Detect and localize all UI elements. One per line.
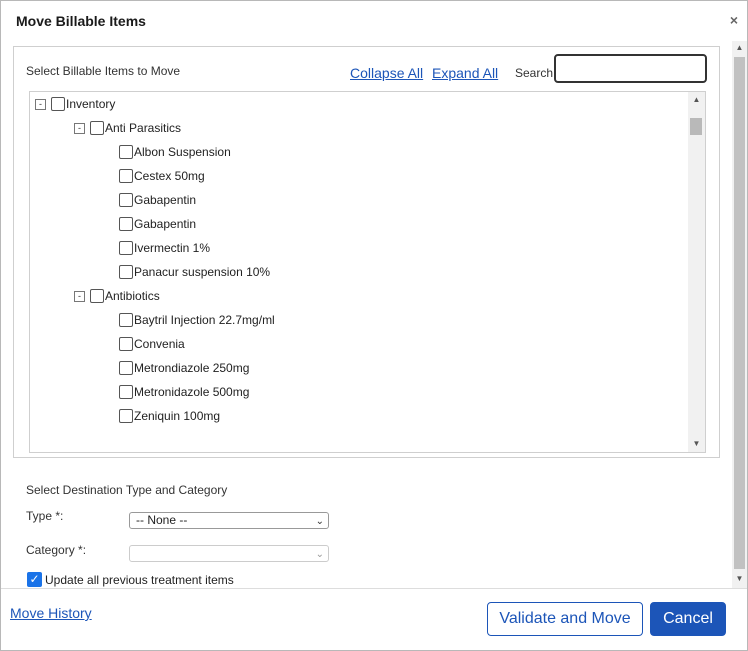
tree-group-label: Anti Parasitics — [105, 121, 182, 135]
tree-item-checkbox[interactable] — [119, 169, 133, 183]
tree-group: - Anti Parasitics — [74, 116, 181, 140]
update-previous-checkbox[interactable]: ✓ — [27, 572, 42, 587]
tree-item-label: Zeniquin 100mg — [134, 409, 221, 423]
tree-item-label: Cestex 50mg — [134, 169, 205, 183]
tree-item-checkbox[interactable] — [119, 241, 133, 255]
tree-item: Albon Suspension — [119, 140, 231, 164]
tree-item: Ivermectin 1% — [119, 236, 210, 260]
destination-heading: Select Destination Type and Category — [26, 483, 228, 497]
tree-item: Gabapentin — [119, 212, 196, 236]
tree-group-checkbox[interactable] — [90, 289, 104, 303]
dialog-footer: Move History Validate and Move Cancel — [1, 588, 747, 650]
tree-item: Metrondiazole 250mg — [119, 356, 249, 380]
tree-item-label: Baytril Injection 22.7mg/ml — [134, 313, 275, 327]
tree-item-checkbox[interactable] — [119, 337, 133, 351]
expand-all-link[interactable]: Expand All — [432, 65, 498, 81]
tree-item: Convenia — [119, 332, 185, 356]
collapse-toggle-icon[interactable]: - — [35, 98, 46, 110]
items-tree: - Inventory - Anti Parasitics Albon Suspensi… — [29, 91, 706, 453]
tree-item-checkbox[interactable] — [119, 217, 133, 231]
category-select[interactable]: ⌄ — [129, 545, 329, 562]
tree-item: Gabapentin — [119, 188, 196, 212]
cancel-button[interactable]: Cancel — [650, 602, 726, 636]
chevron-down-icon: ⌄ — [315, 549, 324, 560]
tree-item-checkbox[interactable] — [119, 385, 133, 399]
tree-node-inventory-label: Inventory — [66, 97, 116, 111]
tree-item-checkbox[interactable] — [119, 409, 133, 423]
type-select[interactable]: -- None -- ⌄ — [129, 512, 329, 529]
update-previous-label: Update all previous treatment items — [45, 572, 234, 587]
tree-item-label: Gabapentin — [134, 193, 197, 207]
type-select-value: -- None -- — [136, 513, 188, 527]
tree-item-label: Metronidazole 500mg — [134, 385, 250, 399]
category-label: Category *: — [26, 543, 87, 557]
close-icon[interactable]: × — [728, 13, 740, 27]
dialog-scrollbar-thumb[interactable] — [734, 57, 745, 569]
collapse-toggle-icon[interactable]: - — [74, 290, 85, 302]
tree-scrollbar[interactable]: ▲ ▼ — [688, 92, 705, 452]
tree-item-label: Ivermectin 1% — [134, 241, 211, 255]
tree-scroll-up-icon[interactable]: ▲ — [688, 92, 705, 108]
type-label: Type *: — [26, 509, 64, 523]
chevron-down-icon: ⌄ — [315, 516, 324, 527]
tree-node-inventory: - Inventory — [35, 92, 115, 116]
validate-and-move-button[interactable]: Validate and Move — [487, 602, 643, 636]
move-billable-items-dialog: Move Billable Items × ▲ ▼ Select Billabl… — [0, 0, 748, 651]
collapse-toggle-icon[interactable]: - — [74, 122, 85, 134]
collapse-all-link[interactable]: Collapse All — [350, 65, 423, 81]
items-panel-heading: Select Billable Items to Move — [26, 64, 181, 78]
tree-item: Panacur suspension 10% — [119, 260, 270, 284]
search-input[interactable] — [554, 54, 707, 83]
update-previous-row: ✓ Update all previous treatment items — [27, 572, 234, 587]
tree-item-label: Gabapentin — [134, 217, 197, 231]
move-history-link[interactable]: Move History — [10, 605, 92, 621]
tree-node-inventory-checkbox[interactable] — [51, 97, 65, 111]
tree-item: Zeniquin 100mg — [119, 404, 220, 428]
tree-scroll-down-icon[interactable]: ▼ — [688, 436, 705, 452]
dialog-content: Select Billable Items to Move Collapse A… — [1, 41, 732, 588]
tree-item-checkbox[interactable] — [119, 361, 133, 375]
tree-item-checkbox[interactable] — [119, 145, 133, 159]
tree-item: Metronidazole 500mg — [119, 380, 249, 404]
tree-group-checkbox[interactable] — [90, 121, 104, 135]
tree-item-label: Convenia — [134, 337, 185, 351]
scroll-up-icon[interactable]: ▲ — [732, 41, 747, 55]
tree-group-label: Antibiotics — [105, 289, 160, 303]
tree-item-label: Panacur suspension 10% — [134, 265, 271, 279]
tree-item-checkbox[interactable] — [119, 193, 133, 207]
tree-item-checkbox[interactable] — [119, 313, 133, 327]
tree-scrollbar-thumb[interactable] — [690, 118, 702, 135]
tree-item-label: Albon Suspension — [134, 145, 231, 159]
dialog-scrollbar[interactable]: ▲ ▼ — [732, 41, 747, 588]
tree-item-checkbox[interactable] — [119, 265, 133, 279]
scroll-down-icon[interactable]: ▼ — [732, 572, 747, 586]
dialog-title: Move Billable Items — [16, 13, 146, 29]
tree-item: Baytril Injection 22.7mg/ml — [119, 308, 275, 332]
search-label: Search — [515, 66, 554, 80]
dialog-title-bar: Move Billable Items × — [1, 1, 747, 41]
tree-group: - Antibiotics — [74, 284, 160, 308]
tree-item-label: Metrondiazole 250mg — [134, 361, 250, 375]
tree-item: Cestex 50mg — [119, 164, 205, 188]
billable-items-panel: Select Billable Items to Move Collapse A… — [13, 46, 720, 458]
